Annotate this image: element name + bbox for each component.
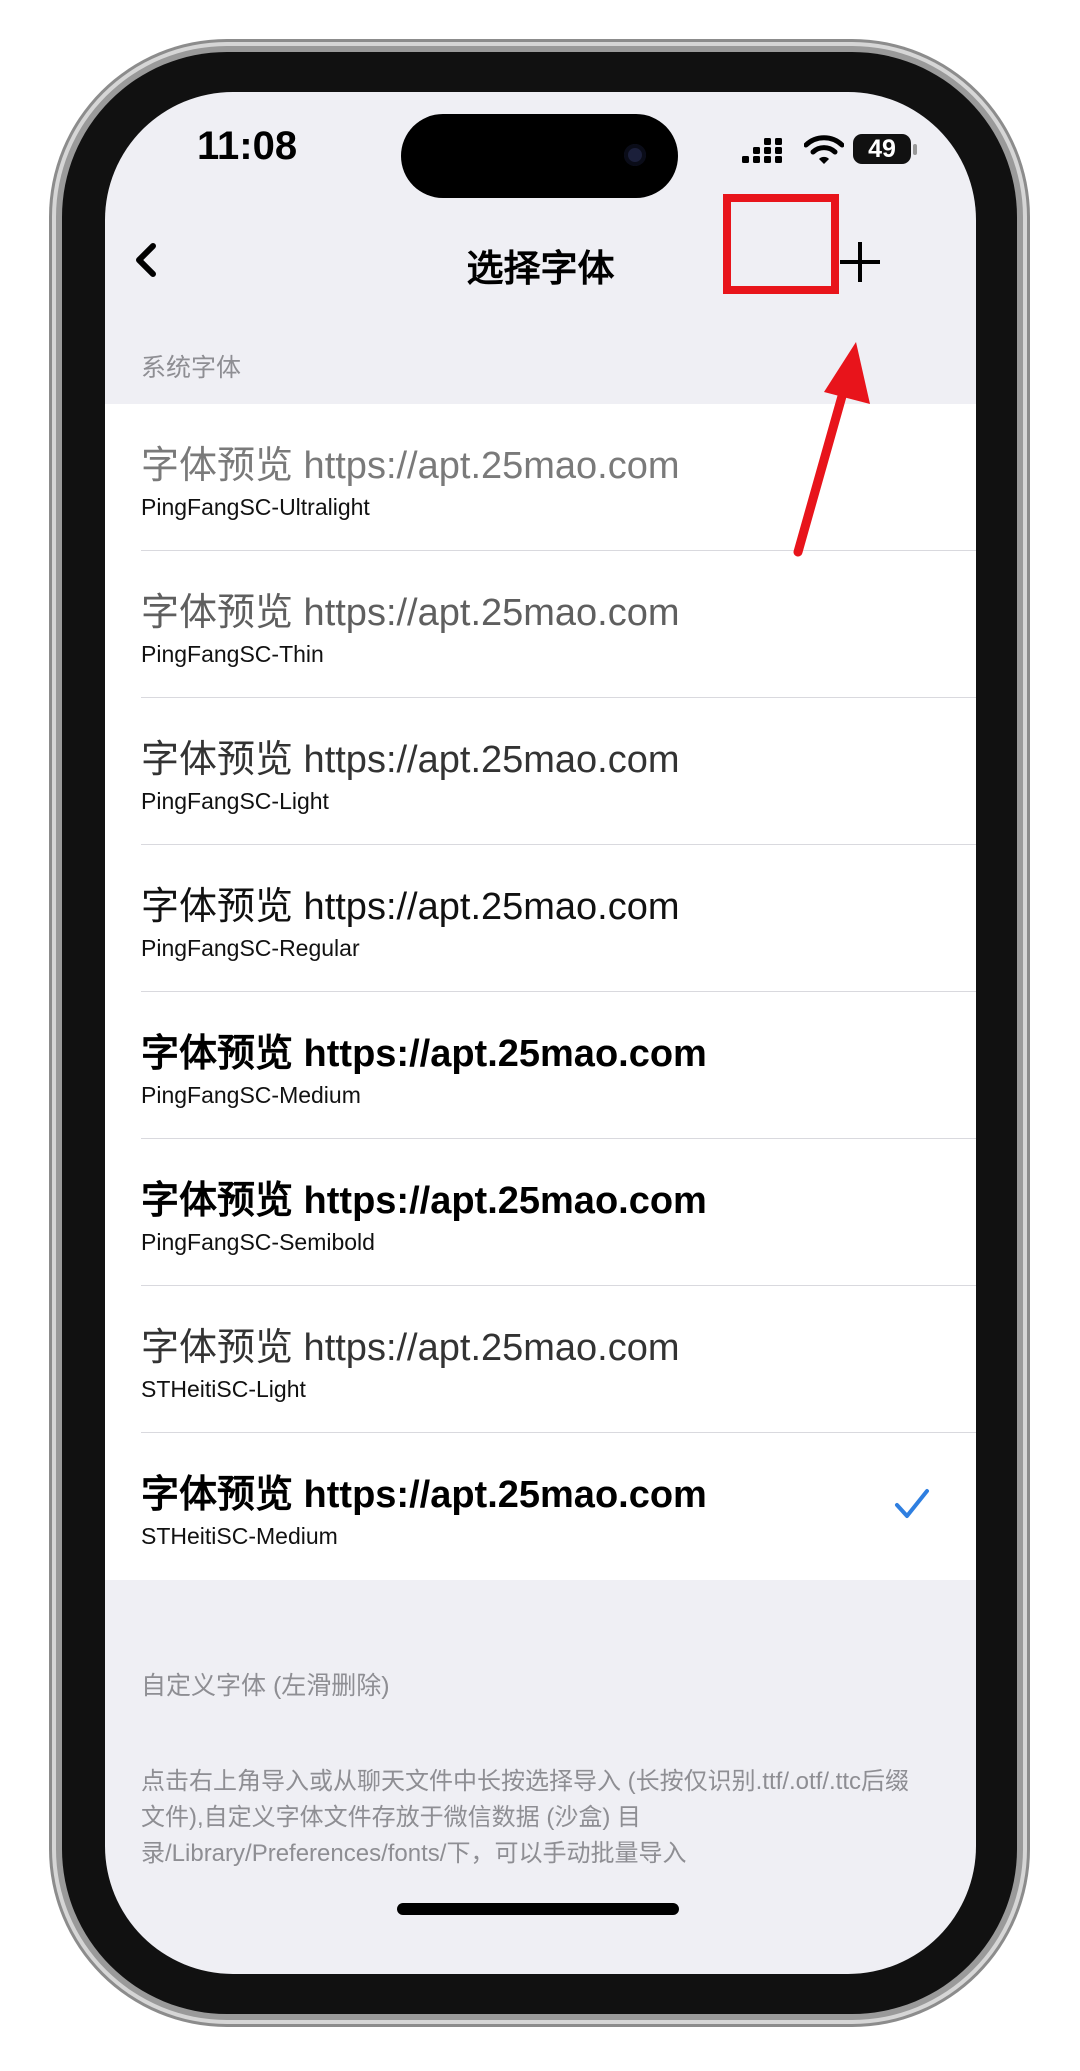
custom-fonts-header: 自定义字体 (左滑删除) — [141, 1672, 390, 1700]
font-preview: 字体预览 https://apt.25mao.com — [141, 592, 680, 634]
custom-fonts-description: 点击右上角导入或从聊天文件中长按选择导入 (长按仅识别.ttf/.otf/.tt… — [141, 1768, 910, 1867]
wifi-icon — [804, 135, 844, 164]
font-row-thin[interactable]: 字体预览 https://apt.25mao.com PingFangSC-Th… — [105, 551, 976, 698]
font-name: STHeitiSC-Light — [141, 1376, 306, 1402]
font-preview: 字体预览 https://apt.25mao.com — [141, 739, 680, 781]
status-bar: 11:08 49 — [105, 92, 976, 202]
font-row-medium[interactable]: 字体预览 https://apt.25mao.com PingFangSC-Me… — [105, 992, 976, 1139]
font-name: PingFangSC-Semibold — [141, 1229, 375, 1255]
font-row-heiti-medium[interactable]: 字体预览 https://apt.25mao.com STHeitiSC-Med… — [105, 1433, 976, 1580]
font-row-light[interactable]: 字体预览 https://apt.25mao.com PingFangSC-Li… — [105, 698, 976, 845]
battery-tip — [913, 144, 917, 155]
system-fonts-header: 系统字体 — [141, 354, 242, 382]
font-name: STHeitiSC-Medium — [141, 1523, 338, 1549]
cellular-signal-icon — [742, 138, 782, 163]
font-row-semibold[interactable]: 字体预览 https://apt.25mao.com PingFangSC-Se… — [105, 1139, 976, 1286]
font-preview: 字体预览 https://apt.25mao.com — [141, 445, 680, 487]
home-indicator — [397, 1903, 679, 1915]
font-preview: 字体预览 https://apt.25mao.com — [141, 1180, 707, 1222]
navigation-bar: 选择字体 — [105, 204, 976, 314]
font-name: PingFangSC-Medium — [141, 1082, 361, 1108]
font-name: PingFangSC-Regular — [141, 935, 360, 961]
font-preview: 字体预览 https://apt.25mao.com — [141, 1327, 680, 1369]
volume-down-button — [52, 760, 61, 910]
battery-indicator: 49 — [853, 134, 911, 164]
font-preview: 字体预览 https://apt.25mao.com — [141, 1474, 707, 1516]
annotation-arrow-icon — [793, 342, 870, 557]
dynamic-island — [401, 114, 678, 198]
font-row-heiti-light[interactable]: 字体预览 https://apt.25mao.com STHeitiSC-Lig… — [105, 1286, 976, 1433]
system-font-list: 字体预览 https://apt.25mao.com PingFangSC-Ul… — [105, 404, 976, 1580]
font-preview: 字体预览 https://apt.25mao.com — [141, 886, 680, 928]
power-button — [1018, 672, 1027, 907]
volume-up-button — [52, 570, 61, 720]
silent-switch — [52, 428, 61, 498]
status-time: 11:08 — [197, 124, 298, 168]
font-name: PingFangSC-Ultralight — [141, 494, 370, 520]
camera-icon — [624, 144, 646, 166]
checkmark-icon — [895, 1489, 929, 1518]
annotation-highlight-box — [723, 194, 839, 294]
font-name: PingFangSC-Light — [141, 788, 329, 814]
font-name: PingFangSC-Thin — [141, 641, 324, 667]
font-preview: 字体预览 https://apt.25mao.com — [141, 1033, 707, 1075]
font-row-regular[interactable]: 字体预览 https://apt.25mao.com PingFangSC-Re… — [105, 845, 976, 992]
